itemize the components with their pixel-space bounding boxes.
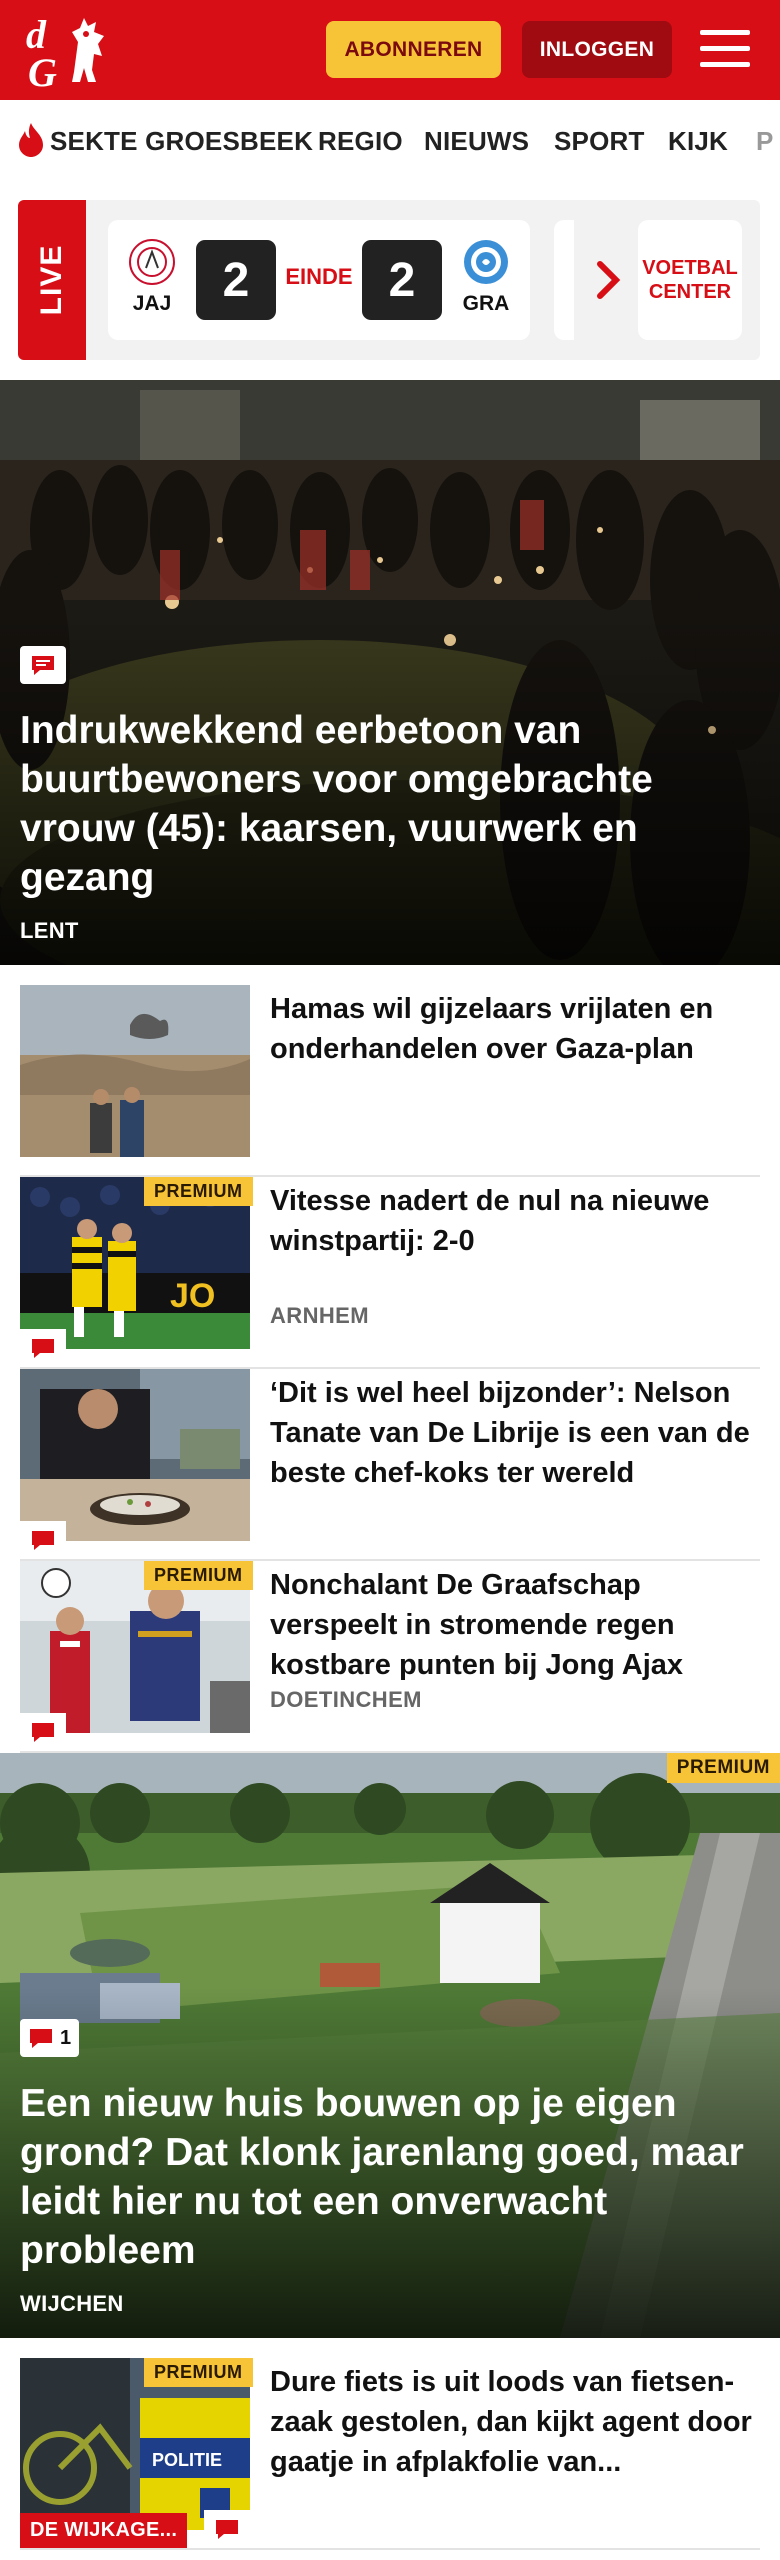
svg-text:G: G bbox=[28, 50, 57, 90]
next-match-card[interactable] bbox=[554, 220, 574, 340]
comment-badge[interactable]: 1 bbox=[20, 2019, 80, 2057]
comment-icon[interactable] bbox=[20, 1329, 66, 1367]
article-location: DOETINCHEM bbox=[270, 1687, 422, 1712]
premium-badge: PREMIUM bbox=[144, 1561, 253, 1590]
voetbal-center-line2: CENTER bbox=[648, 281, 732, 303]
svg-text:POLITIE: POLITIE bbox=[152, 2450, 222, 2470]
hero-location: LENT bbox=[20, 918, 79, 943]
ajax-crest-icon bbox=[128, 238, 176, 286]
comment-count: 1 bbox=[60, 2026, 72, 2049]
flame-icon bbox=[19, 123, 43, 157]
voetbal-center-button[interactable]: VOETBAL CENTER bbox=[638, 220, 742, 340]
voetbal-center-line1: VOETBAL bbox=[642, 257, 738, 279]
logo-icon[interactable]: d G bbox=[22, 12, 118, 95]
article-title[interactable]: Hamas wil gijzelaars vrijlaten en onderh… bbox=[270, 989, 760, 1069]
article-title[interactable]: Nonchalant De Graafschap verspeelt in st… bbox=[270, 1565, 760, 1685]
match-card[interactable]: JAJ 2 EINDE 2 GRA bbox=[108, 220, 530, 340]
comment-icon bbox=[30, 2029, 52, 2048]
live-scoreboard: LIVE JAJ 2 EINDE 2 GRA VOETBAL CENTER bbox=[18, 200, 760, 360]
article-title[interactable]: ‘Dit is wel heel bijzonder’: Nelson Tana… bbox=[270, 1373, 760, 1493]
live-label: LIVE bbox=[18, 200, 86, 360]
comment-icon[interactable] bbox=[20, 1521, 66, 1559]
menu-icon[interactable] bbox=[700, 26, 752, 72]
hero-title[interactable]: Een nieuw huis bouwen op je eigen grond?… bbox=[20, 2079, 760, 2275]
home-team: JAJ bbox=[122, 238, 182, 316]
comment-icon bbox=[32, 656, 54, 675]
list-item-fiets[interactable]: POLITIE PREMIUM DE WIJKAGE... Dure fiets… bbox=[20, 2358, 760, 2550]
premium-badge: PREMIUM bbox=[144, 1177, 253, 1206]
thumbnail-chef bbox=[20, 1369, 250, 1541]
nav-item-regio[interactable]: REGIO bbox=[318, 126, 403, 157]
site-header: d G ABONNEREN INLOGGEN bbox=[0, 0, 780, 100]
home-team-code: JAJ bbox=[132, 292, 172, 315]
list-item-hamas[interactable]: Hamas wil gijzelaars vrijlaten en onderh… bbox=[20, 985, 760, 1177]
hero-location: WIJCHEN bbox=[20, 2291, 124, 2316]
away-score: 2 bbox=[362, 240, 442, 320]
graafschap-crest-icon bbox=[462, 238, 510, 286]
hero-story-wijchen[interactable]: PREMIUM 1 Een nieuw huis bouwen op je ei… bbox=[0, 1753, 780, 2338]
home-score: 2 bbox=[196, 240, 276, 320]
premium-badge: PREMIUM bbox=[666, 1753, 780, 1783]
premium-badge: PREMIUM bbox=[144, 2358, 253, 2387]
hero-story-lent[interactable]: Indrukwekkend eerbetoon van buurtbewoner… bbox=[0, 380, 780, 965]
nav-item-nieuws[interactable]: NIEUWS bbox=[424, 126, 529, 157]
subscribe-button[interactable]: ABONNEREN bbox=[326, 21, 501, 78]
nav-item-sport[interactable]: SPORT bbox=[554, 126, 645, 157]
away-team-code: GRA bbox=[462, 292, 510, 315]
article-title[interactable]: Vitesse nadert de nul na nieuwe winstpar… bbox=[270, 1181, 760, 1261]
live-label-text: LIVE bbox=[35, 244, 68, 316]
match-status: EINDE bbox=[285, 264, 353, 289]
hero-title[interactable]: Indrukwekkend eerbetoon van buurtbewoner… bbox=[20, 706, 760, 902]
chevron-right-icon[interactable] bbox=[594, 258, 624, 302]
comment-icon[interactable] bbox=[20, 1713, 66, 1751]
section-nav: SEKTE GROESBEEK REGIO NIEUWS SPORT KIJK … bbox=[0, 100, 780, 182]
svg-text:JO: JO bbox=[170, 1277, 215, 1315]
list-item-graafschap[interactable]: PREMIUM Nonchalant De Graafschap verspee… bbox=[20, 1561, 760, 1753]
login-button[interactable]: INLOGGEN bbox=[522, 21, 672, 78]
comment-icon[interactable] bbox=[204, 2510, 250, 2548]
list-item-vitesse[interactable]: JO PREMIUM Vitesse nadert de nul na nieu… bbox=[20, 1177, 760, 1369]
article-title[interactable]: Dure fiets is uit loods van fietsen­zaak… bbox=[270, 2362, 760, 2482]
list-item-chef[interactable]: ‘Dit is wel heel bijzonder’: Nelson Tana… bbox=[20, 1369, 760, 1561]
nav-item-partial[interactable]: P bbox=[756, 126, 774, 157]
comment-badge[interactable] bbox=[20, 646, 66, 684]
thumbnail-gaza bbox=[20, 985, 250, 1157]
category-tag[interactable]: DE WIJKAGE... bbox=[20, 2513, 188, 2548]
article-location: ARNHEM bbox=[270, 1303, 369, 1328]
away-team: GRA bbox=[456, 238, 516, 316]
nav-item-kijk[interactable]: KIJK bbox=[668, 126, 728, 157]
nav-item-sekte-groesbeek[interactable]: SEKTE GROESBEEK bbox=[50, 126, 313, 157]
